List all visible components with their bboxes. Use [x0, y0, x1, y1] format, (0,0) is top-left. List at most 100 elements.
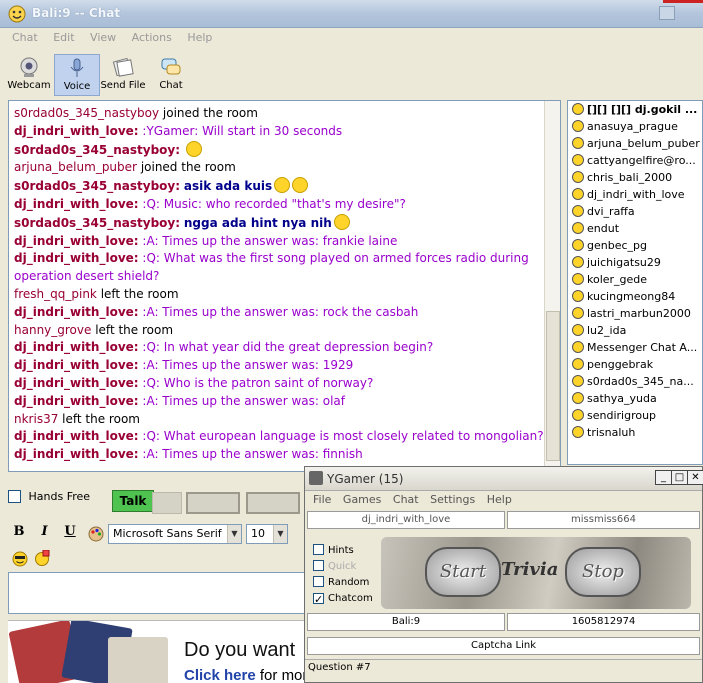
user-list-item[interactable]: lu2_ida	[568, 322, 702, 339]
advertisement[interactable]: Do you want Click here for more informat…	[8, 620, 308, 683]
font-select[interactable]: Microsoft Sans Serif ▼	[108, 524, 242, 544]
user-list-item[interactable]: lastri_marbun2000	[568, 305, 702, 322]
chat-nick[interactable]: s0rdad0s_345_nastyboy:	[14, 143, 180, 157]
chat-nick[interactable]: dj_indri_with_love:	[14, 447, 139, 461]
ad-link[interactable]: Click here	[184, 667, 256, 683]
chat-nick[interactable]: dj_indri_with_love:	[14, 376, 139, 390]
menu-view[interactable]: View	[78, 28, 116, 44]
voice-button[interactable]: Voice	[54, 54, 100, 96]
minimize-icon[interactable]: _	[655, 470, 672, 485]
menu-bar: Chat Edit View Actions Help	[0, 28, 703, 48]
chat-text: :Q: Music: who recorded "that's my desir…	[142, 196, 406, 211]
chevron-down-icon[interactable]: ▼	[227, 525, 241, 543]
user-status-icon	[572, 426, 584, 438]
size-select[interactable]: 10 ▼	[246, 524, 288, 544]
talk-button[interactable]: Talk	[112, 490, 154, 512]
stop-button[interactable]: Stop	[565, 547, 641, 597]
user-list-item[interactable]: cattyangelfire@ro...	[568, 152, 702, 169]
user-list-item[interactable]: koler_gede	[568, 271, 702, 288]
close-icon[interactable]: ✕	[687, 470, 703, 485]
chat-nick[interactable]: dj_indri_with_love:	[14, 124, 139, 138]
chat-nick[interactable]: nkris37	[14, 412, 58, 426]
italic-button[interactable]: I	[34, 524, 56, 539]
captcha-link[interactable]: Captcha Link	[307, 637, 700, 655]
chatcom-checkbox[interactable]	[313, 593, 324, 604]
user-list-item[interactable]: sendirigroup	[568, 407, 702, 424]
user-list-item[interactable]: kucingmeong84	[568, 288, 702, 305]
user-list-item[interactable]: sathya_yuda	[568, 390, 702, 407]
message-input[interactable]	[8, 572, 308, 614]
chat-nick[interactable]: s0rdad0s_345_nastyboy:	[14, 179, 180, 193]
chat-line: hanny_grove left the room	[14, 322, 556, 340]
chat-text: left the room	[100, 286, 179, 301]
hands-free-checkbox[interactable]	[8, 490, 21, 503]
chat-nick[interactable]: dj_indri_with_love:	[14, 251, 139, 265]
menu-edit[interactable]: Edit	[41, 28, 74, 44]
chat-text: 1929	[322, 358, 354, 373]
minimize-button[interactable]	[659, 6, 675, 20]
scroll-thumb[interactable]	[546, 311, 560, 461]
ygamer-menu-file[interactable]: File	[305, 491, 331, 506]
chat-line: s0rdad0s_345_nastyboy joined the room	[14, 105, 556, 123]
ygamer-menu-help[interactable]: Help	[479, 491, 512, 506]
chat-nick[interactable]: dj_indri_with_love:	[14, 340, 139, 354]
chat-nick[interactable]: arjuna_belum_puber	[14, 160, 137, 174]
chat-nick[interactable]: dj_indri_with_love:	[14, 305, 139, 319]
user-status-icon	[572, 154, 584, 166]
window-title: Bali:9 -- Chat	[32, 6, 121, 20]
user-list-item[interactable]: dj_indri_with_love	[568, 186, 702, 203]
transcript-scrollbar[interactable]	[544, 101, 560, 471]
user-list-item[interactable]: arjuna_belum_puber	[568, 135, 702, 152]
chevron-down-icon[interactable]: ▼	[273, 525, 287, 543]
chat-line: dj_indri_with_love: :Q: What was the fir…	[14, 250, 556, 286]
chat-nick[interactable]: hanny_grove	[14, 323, 91, 337]
chat-nick[interactable]: s0rdad0s_345_nastyboy:	[14, 216, 180, 230]
answer-prefix: :A: Times up the answer was:	[142, 358, 319, 373]
random-checkbox[interactable]	[313, 576, 324, 587]
user-list-item[interactable]: [][] [][] dj.gokil ...	[568, 101, 702, 118]
user-list-item[interactable]: juichigatsu29	[568, 254, 702, 271]
title-bar[interactable]: Bali:9 -- Chat	[0, 0, 703, 28]
user-list-item[interactable]: penggebrak	[568, 356, 702, 373]
user-status-icon	[572, 222, 584, 234]
user-list-item[interactable]: chris_bali_2000	[568, 169, 702, 186]
user-list[interactable]: [][] [][] dj.gokil ... anasuya_prague arju…	[567, 100, 703, 465]
chat-nick[interactable]: dj_indri_with_love:	[14, 358, 139, 372]
user-list-item[interactable]: dvi_raffa	[568, 203, 702, 220]
chat-button[interactable]: Chat	[148, 54, 194, 96]
chat-nick[interactable]: s0rdad0s_345_nastyboy	[14, 106, 159, 120]
chat-transcript[interactable]: s0rdad0s_345_nastyboy joined the room dj_…	[8, 100, 561, 472]
chat-nick[interactable]: dj_indri_with_love:	[14, 429, 139, 443]
user-list-item[interactable]: trisnaluh	[568, 424, 702, 441]
audible-icon[interactable]	[34, 550, 50, 567]
chat-line: dj_indri_with_love: :A: Times up the ans…	[14, 446, 556, 464]
user-list-item[interactable]: Messenger Chat A...	[568, 339, 702, 356]
webcam-button[interactable]: Webcam	[6, 54, 52, 96]
user-list-item[interactable]: anasuya_prague	[568, 118, 702, 135]
ygamer-title-bar[interactable]: YGamer (15) _ □ ✕	[305, 467, 703, 491]
menu-chat[interactable]: Chat	[0, 28, 38, 44]
player-two-field: missmiss664	[507, 511, 700, 529]
palette-icon[interactable]	[88, 526, 104, 542]
hints-checkbox[interactable]	[313, 544, 324, 555]
underline-button[interactable]: U	[59, 524, 81, 539]
user-list-item[interactable]: s0rdad0s_345_na...	[568, 373, 702, 390]
quick-checkbox	[313, 560, 324, 571]
ygamer-menu-chat[interactable]: Chat	[385, 491, 419, 506]
start-button[interactable]: Start	[425, 547, 501, 597]
send-file-button[interactable]: Send File	[100, 54, 146, 96]
ygamer-menu-settings[interactable]: Settings	[422, 491, 475, 506]
user-list-item[interactable]: genbec_pg	[568, 237, 702, 254]
chat-nick[interactable]: dj_indri_with_love:	[14, 197, 139, 211]
ygamer-menu-games[interactable]: Games	[335, 491, 381, 506]
user-list-item[interactable]: endut	[568, 220, 702, 237]
user-status-icon	[572, 341, 584, 353]
chat-nick[interactable]: dj_indri_with_love:	[14, 234, 139, 248]
bold-button[interactable]: B	[8, 524, 30, 539]
emoticon-icon[interactable]	[12, 551, 28, 567]
chat-nick[interactable]: fresh_qq_pink	[14, 287, 97, 301]
menu-help[interactable]: Help	[175, 28, 212, 44]
maximize-icon[interactable]: □	[671, 470, 688, 485]
chat-nick[interactable]: dj_indri_with_love:	[14, 394, 139, 408]
menu-actions[interactable]: Actions	[120, 28, 172, 44]
